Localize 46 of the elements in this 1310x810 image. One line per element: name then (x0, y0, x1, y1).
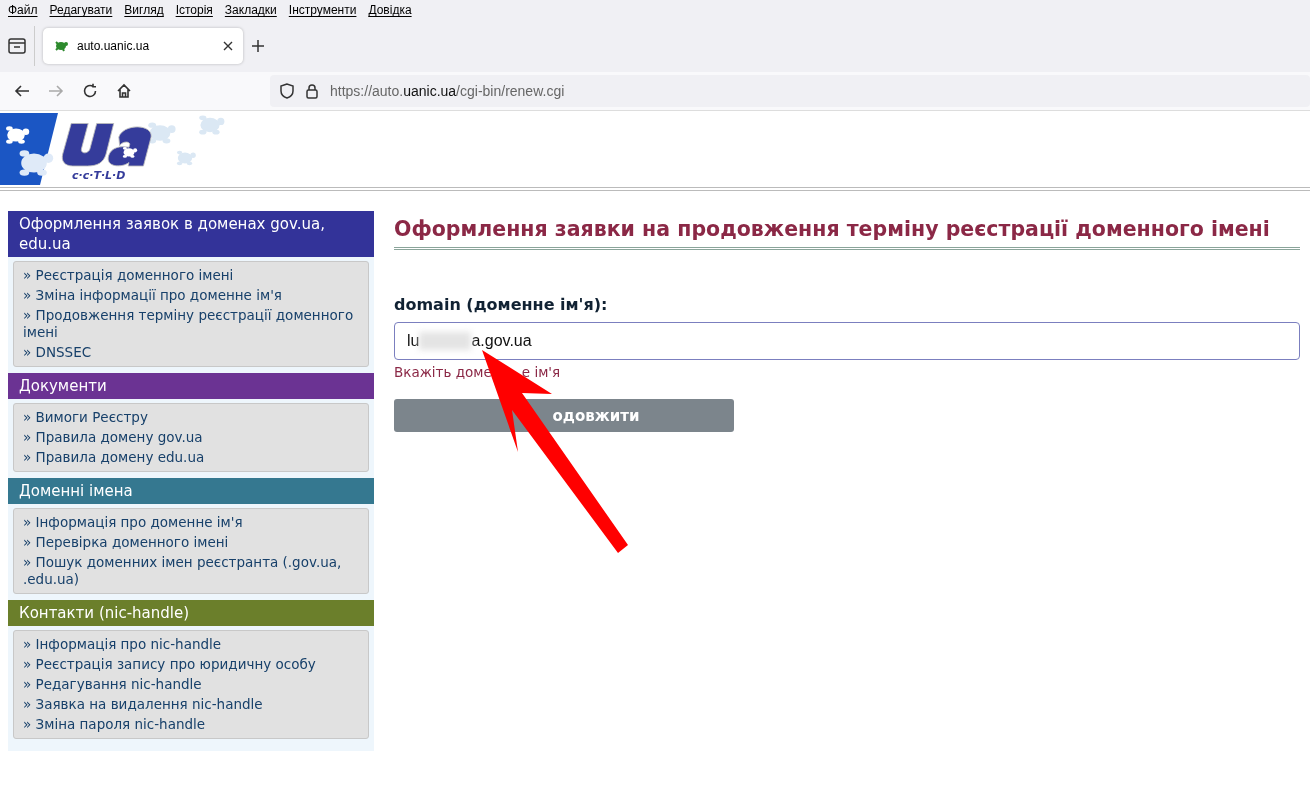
sidebar-link[interactable]: » Зміна інформації про доменне ім'я (23, 287, 359, 304)
page-title: Оформлення заявки на продовження терміну реєстрації доменного імені (394, 217, 1300, 250)
domain-field[interactable]: lu a.gov.ua (394, 322, 1300, 360)
menu-item[interactable]: Довідка (362, 3, 418, 17)
lock-icon[interactable] (306, 83, 318, 99)
turtle-icon (53, 38, 69, 54)
tab-list-icon[interactable] (8, 38, 26, 54)
back-icon[interactable] (14, 83, 30, 99)
close-icon[interactable] (223, 41, 233, 51)
sidebar-link[interactable]: » Зміна пароля nic-handle (23, 716, 359, 733)
sidebar-link[interactable]: » Реєстрація доменного імені (23, 267, 359, 284)
section-heading: Оформлення заявок в доменах gov.ua, edu.ua (8, 211, 374, 257)
section-heading: Доменні імена (8, 478, 374, 504)
menu-item[interactable]: Інструменти (282, 3, 363, 17)
tab-title: auto.uanic.ua (77, 39, 151, 53)
field-hint: е ім'я (521, 364, 561, 380)
menu-item[interactable]: Редагувати (43, 3, 119, 17)
sidebar-link[interactable]: » Правила домену gov.ua (23, 429, 359, 446)
sidebar-link[interactable]: » Редагування nic-handle (23, 676, 359, 693)
section-heading: Контакти (nic-handle) (8, 600, 374, 626)
logo-subtitle: c·c·T·L·D (72, 169, 126, 182)
url-text: https://auto.uanic.ua/cgi-bin/renew.cgi (330, 83, 565, 99)
new-tab-icon[interactable] (251, 39, 265, 53)
menu-item[interactable]: Вигляд (118, 3, 170, 17)
sidebar-link[interactable]: » DNSSEC (23, 344, 359, 361)
menu-item[interactable]: Історія (169, 3, 219, 17)
field-label: domain (доменне ім'я): (394, 295, 609, 314)
home-icon[interactable] (116, 83, 132, 99)
menu-item[interactable]: Файл (2, 3, 44, 17)
sidebar-link[interactable]: » Інформація про nic-handle (23, 636, 359, 653)
sidebar-link[interactable]: » Вимоги Реєстру (23, 409, 359, 426)
address-bar[interactable]: https://auto.uanic.ua/cgi-bin/renew.cgi (270, 75, 1310, 107)
field-hint: Вкажіть доме (394, 364, 492, 380)
sidebar-link[interactable]: » Реєстрація запису про юридичну особу (23, 656, 359, 673)
sidebar-link[interactable]: » Перевірка доменного імені (23, 534, 359, 551)
sidebar-link[interactable]: » Інформація про доменне ім'я (23, 514, 359, 531)
menu-item[interactable]: Закладки (218, 3, 283, 17)
sidebar-link[interactable]: » Заявка на видалення nic-handle (23, 696, 359, 713)
continue-button[interactable]: одовжити (394, 399, 734, 432)
section-heading: Документи (8, 373, 374, 399)
sidebar-link[interactable]: » Пошук доменних імен реєстранта (.gov.ua, .edu.ua) (23, 554, 359, 588)
browser-tab[interactable]: auto.uanic.ua (43, 28, 243, 64)
shield-icon[interactable] (280, 83, 294, 99)
sidebar-link[interactable]: » Продовження терміну реєстрації доменного імені (23, 307, 359, 341)
reload-icon[interactable] (82, 83, 98, 99)
sidebar-link[interactable]: » Правила домену edu.ua (23, 449, 359, 466)
